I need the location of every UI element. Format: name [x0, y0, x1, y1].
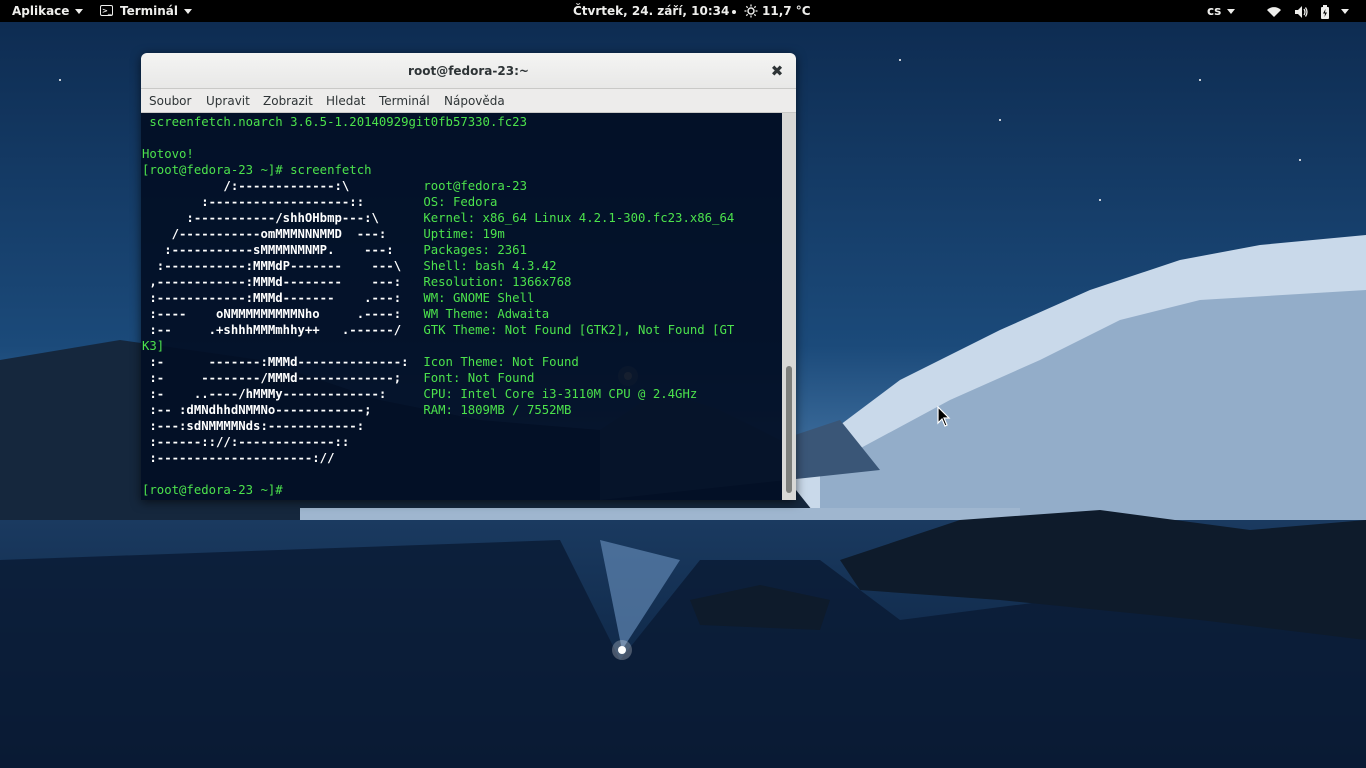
app-menu[interactable]: >_ Terminál: [100, 0, 193, 22]
chevron-down-icon: [1340, 9, 1349, 14]
terminal-line: screenfetch.noarch 3.6.5-1.20140929git0f…: [142, 115, 527, 129]
weather-sun-icon: [744, 4, 758, 17]
close-button[interactable]: ✖: [768, 62, 786, 80]
terminal-line: /-----------omMMMNNNMMD ---: Uptime: 19m: [142, 227, 505, 241]
keyboard-layout-menu[interactable]: cs: [1207, 0, 1236, 22]
mouse-pointer-icon: [937, 406, 951, 427]
system-menu[interactable]: [1266, 0, 1349, 22]
chevron-down-icon: [1227, 9, 1236, 14]
menu-terminal[interactable]: Terminál: [379, 89, 430, 113]
volume-icon: [1295, 5, 1308, 18]
top-bar: Aplikace >_ Terminál Čtvrtek, 24. září, 1…: [0, 0, 1366, 22]
terminal-line: K3]: [142, 339, 165, 353]
weather-indicator[interactable]: 11,7 °C: [744, 0, 811, 22]
terminal-icon: >_: [100, 5, 113, 16]
terminal-line: :-- .+shhhMMMmhhy++ .------/ GTK Theme: …: [142, 323, 735, 337]
chevron-down-icon: [184, 9, 193, 14]
scrollbar-thumb[interactable]: [786, 366, 792, 493]
menu-soubor[interactable]: Soubor: [149, 89, 191, 113]
terminal-line: :------:://:-------------::: [142, 435, 350, 449]
terminal-line: :---- oNMMMMMMMMMNho .----: WM Theme: Ad…: [142, 307, 550, 321]
clock-label: Čtvrtek, 24. září, 10:34: [573, 4, 730, 18]
terminal-line: :---:sdNMMMMNds:------------:: [142, 419, 365, 433]
menu-napoveda[interactable]: Nápověda: [444, 89, 505, 113]
terminal-output[interactable]: screenfetch.noarch 3.6.5-1.20140929git0f…: [141, 113, 782, 500]
weather-label: 11,7 °C: [762, 4, 811, 18]
app-menu-label: Terminál: [120, 4, 179, 18]
terminal-line: [root@fedora-23 ~]#: [142, 483, 291, 497]
menu-bar: Soubor Upravit Zobrazit Hledat Terminál …: [141, 89, 796, 113]
terminal-line: :------------:MMMd------- .---: WM: GNOM…: [142, 291, 535, 305]
chevron-down-icon: [75, 9, 84, 14]
terminal-line: :- -------:MMMd--------------: Icon Them…: [142, 355, 579, 369]
activities-label: Aplikace: [12, 4, 70, 18]
terminal-line: :-----------sMMMMNMNMP. ---: Packages: 2…: [142, 243, 527, 257]
wifi-icon: [1267, 6, 1281, 17]
scrollbar[interactable]: [782, 113, 796, 500]
terminal-line: :-- :dMNdhhdNMMNo------------; RAM: 1809…: [142, 403, 572, 417]
terminal-line: Hotovo!: [142, 147, 194, 161]
clock[interactable]: Čtvrtek, 24. září, 10:34: [573, 0, 737, 22]
terminal-line: :-----------:MMMdP------- ---\ Shell: ba…: [142, 259, 557, 273]
terminal-line: :- --------/MMMd-------------; Font: Not…: [142, 371, 535, 385]
terminal-line: [root@fedora-23 ~]# screenfetch: [142, 163, 372, 177]
terminal-line: /:-------------:\ root@fedora-23: [142, 179, 527, 193]
menu-upravit[interactable]: Upravit: [206, 89, 250, 113]
window-title: root@fedora-23:~: [408, 64, 529, 78]
window-titlebar[interactable]: root@fedora-23:~ ✖: [141, 53, 796, 89]
battery-icon: [1321, 4, 1330, 19]
menu-hledat[interactable]: Hledat: [326, 89, 365, 113]
terminal-line: ,------------:MMMd-------- ---: Resoluti…: [142, 275, 572, 289]
terminal-line: :-------------------:: OS: Fedora: [142, 195, 498, 209]
terminal-line: :---------------------://: [142, 451, 335, 465]
notification-dot-icon: [732, 9, 737, 14]
terminal-window[interactable]: root@fedora-23:~ ✖ Soubor Upravit Zobraz…: [141, 53, 796, 500]
terminal-line: :-----------/shhOHbmp---:\ Kernel: x86_6…: [142, 211, 735, 225]
keyboard-layout-label: cs: [1207, 4, 1222, 18]
menu-zobrazit[interactable]: Zobrazit: [263, 89, 313, 113]
activities-menu[interactable]: Aplikace: [12, 0, 84, 22]
terminal-line: :- ..----/hMMMy-------------: CPU: Intel…: [142, 387, 698, 401]
